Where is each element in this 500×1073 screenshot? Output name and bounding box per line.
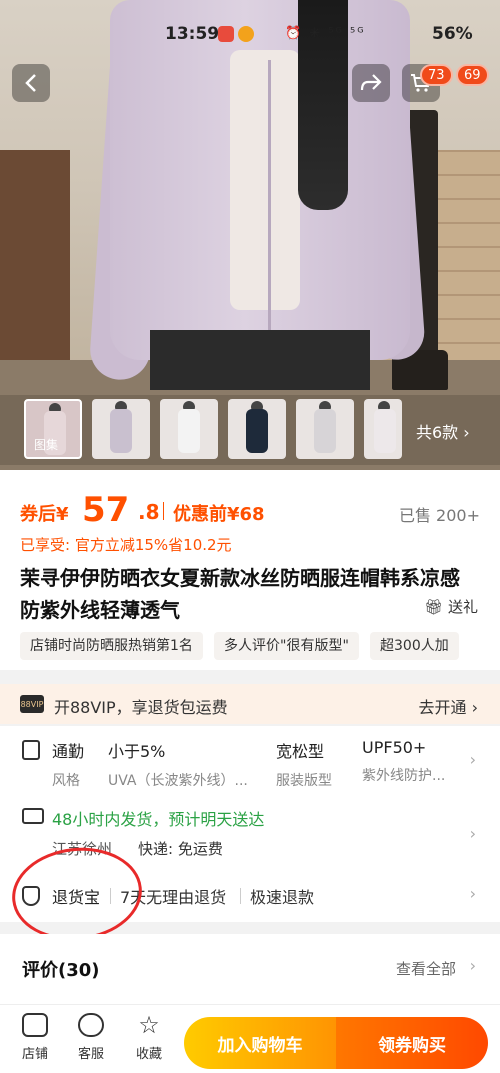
divider [240,888,241,904]
background-wall [0,150,70,390]
network-icons: ⏰ ✳ ⁵ᴳ ⁵ᴳ [285,26,366,41]
thumbnail-style[interactable] [228,399,286,459]
reviews-title: 评价(30) [22,960,100,981]
thumbnail-style[interactable] [92,399,150,459]
model-skirt [150,330,370,390]
attribute-uva: 小于5% UVA（长波紫外线）... [108,742,248,789]
chevron-left-icon [25,74,36,92]
store-button[interactable]: 店铺 [10,1013,60,1062]
favorite-button[interactable]: ☆ 收藏 [124,1013,174,1062]
notification-app-icons [218,26,256,44]
share-icon [360,74,382,91]
vip-logo-icon: 88VIP [20,695,44,713]
chevron-right-icon: › [469,956,476,975]
chat-face-icon [78,1013,104,1037]
chevron-right-icon: › [469,750,476,769]
return-policy-name: 退货宝 [52,888,101,907]
tag-bestseller[interactable]: 店铺时尚防晒服热销第1名 [20,632,203,660]
status-time: 13:59 [165,24,220,44]
shipping-title: 48小时内发货，预计明天送达 [52,810,265,829]
attribute-fit: 宽松型 服装版型 [276,742,332,789]
tag-review-highlight[interactable]: 多人评价"很有版型" [214,632,359,660]
divider [110,888,111,904]
more-styles-link[interactable]: 共6款 › [416,419,470,443]
truck-icon [22,808,44,824]
star-icon: ☆ [138,1011,160,1039]
clipboard-icon [22,740,40,760]
tag-popularity[interactable]: 超300人加 [370,632,459,660]
reviews-view-all[interactable]: 查看全部 [396,958,456,979]
product-info-card: 券后¥ 57 .8 优惠前¥68 已售 200+ 已享受: 官方立减15%省10… [0,470,500,670]
thumbnail-style[interactable] [296,399,354,459]
price-divider [163,502,164,520]
price-before-discount: 优惠前¥68 [173,504,265,525]
price-integer: 57 [82,490,130,530]
product-attributes[interactable]: 通勤 风格 小于5% UVA（长波紫外线）... 宽松型 服装版型 UPF50+… [0,726,500,796]
gift-button[interactable]: 🎁︎ 送礼 [424,596,478,617]
shipping-info[interactable]: 48小时内发货，预计明天送达 江苏徐州 快递: 免运费 › [0,796,500,870]
vip-text: 开88VIP，享退货包运费 [54,698,228,717]
customer-service-button[interactable]: 客服 [66,1013,116,1062]
price-prefix: 券后¥ [20,504,69,525]
return-7day: 7天无理由退货 [120,888,227,907]
status-bar: 13:59 ⏰ ✳ ⁵ᴳ ⁵ᴳ 56% [0,20,500,50]
thumbnail-style[interactable] [364,399,402,459]
gift-icon: 🎁︎ [424,598,444,616]
buy-now-button[interactable]: 领券购买 [336,1017,488,1069]
inner-top [230,50,300,310]
thumbnail-label: 图集 [34,438,59,452]
sold-count: 已售 200+ [398,506,480,525]
share-button[interactable] [352,64,390,102]
product-image-gallery[interactable]: 13:59 ⏰ ✳ ⁵ᴳ ⁵ᴳ 56% 73 69 图集 共6款 › [0,0,500,470]
back-button[interactable] [12,64,50,102]
product-tags: 店铺时尚防晒服热销第1名 多人评价"很有版型" 超300人加 [20,632,500,660]
price-decimal: .8 [138,500,160,524]
battery-level: 56% [432,24,473,44]
discount-applied: 已享受: 官方立减15%省10.2元 [20,536,232,554]
vip-banner[interactable]: 88VIP 开88VIP，享退货包运费 去开通 › [0,684,500,724]
thumbnail-gallery[interactable]: 图集 [24,399,82,459]
store-icon [22,1013,48,1037]
jacket-zipper [268,60,271,350]
cart-count-badge: 73 [420,64,453,86]
shield-check-icon [22,886,40,906]
vip-open-link[interactable]: 去开通 › [419,694,479,718]
attribute-upf: UPF50+ 紫外线防护... [362,738,446,784]
return-fast-refund: 极速退款 [250,888,315,907]
product-title: 茉寻伊伊防晒衣女夏新款冰丝防晒服连帽韩系凉感防紫外线轻薄透气 [20,566,460,622]
bottom-action-bar: 店铺 客服 ☆ 收藏 加入购物车 领券购买 [0,1004,500,1073]
shipping-origin: 江苏徐州 [52,840,113,858]
gift-label: 送礼 [447,598,478,616]
attribute-style: 通勤 风格 [52,742,85,789]
shipping-fee: 快递: 免运费 [138,840,223,858]
thumbnail-style[interactable] [160,399,218,459]
price-row: 券后¥ 57 .8 优惠前¥68 已售 200+ [20,490,480,530]
chevron-right-icon: › [469,884,476,903]
chevron-right-icon: › [469,824,476,843]
add-to-cart-button[interactable]: 加入购物车 [184,1017,336,1069]
message-count-badge[interactable]: 69 [456,64,489,86]
return-policy[interactable]: 退货宝 7天无理由退货 极速退款 › [0,870,500,922]
reviews-section[interactable]: 评价(30) 查看全部 › [0,934,500,1004]
thumbnail-strip: 图集 共6款 › [0,395,500,465]
